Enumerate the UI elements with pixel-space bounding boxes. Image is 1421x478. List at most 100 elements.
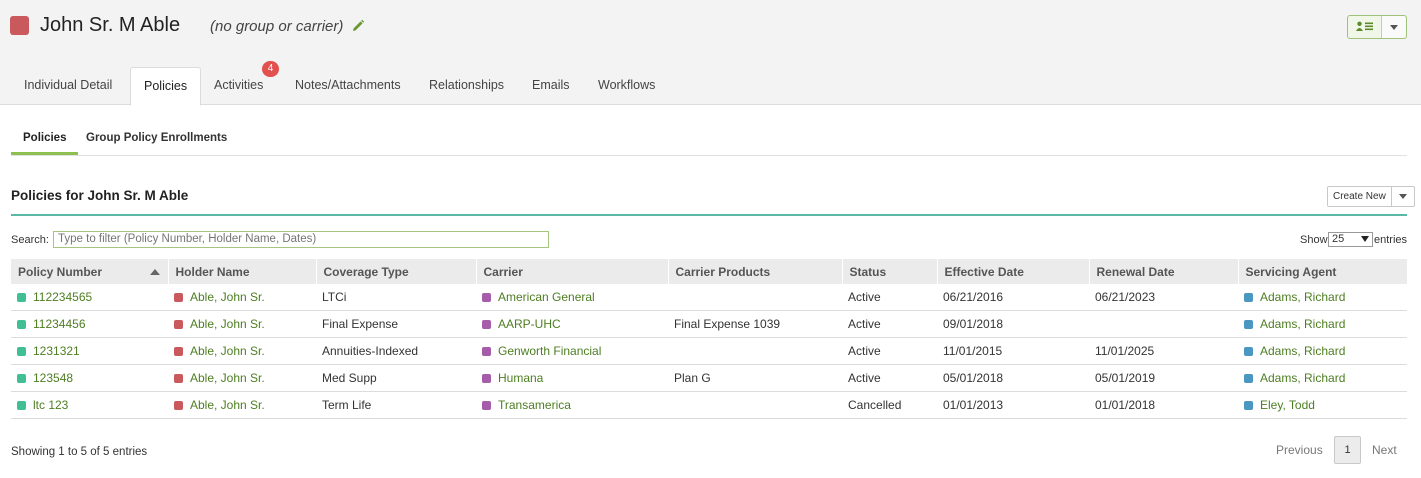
tab-workflows[interactable]: Workflows (585, 67, 668, 104)
carrier-link[interactable]: Transamerica (498, 398, 571, 412)
column-header-holder-name[interactable]: Holder Name (168, 259, 317, 284)
create-new-button[interactable]: Create New (1328, 187, 1392, 206)
policy-number-cell[interactable]: 11234456 (11, 310, 168, 338)
holder-link[interactable]: Able, John Sr. (190, 317, 265, 331)
holder-link[interactable]: Able, John Sr. (190, 371, 265, 385)
servicing-agent-link[interactable]: Eley, Todd (1260, 398, 1315, 412)
column-header-coverage-type[interactable]: Coverage Type (316, 259, 477, 284)
tab-individual-detail[interactable]: Individual Detail (11, 67, 125, 104)
servicing-agent-cell[interactable]: Adams, Richard (1238, 337, 1407, 365)
carrier-link[interactable]: Humana (498, 371, 543, 385)
pagination-next[interactable]: Next (1372, 443, 1397, 457)
table-row[interactable]: ltc 123 Able, John Sr. Term Life Transameri… (11, 391, 1407, 419)
pencil-edit-icon[interactable] (351, 19, 365, 36)
coverage-type-cell: Final Expense (316, 310, 476, 338)
carrier-cell[interactable]: Transamerica (476, 391, 668, 419)
coverage-type-cell: LTCi (316, 284, 476, 311)
contact-actions-dropdown[interactable] (1382, 16, 1406, 38)
agent-color-icon (1244, 374, 1253, 383)
holder-cell[interactable]: Able, John Sr. (168, 310, 316, 338)
column-header-carrier[interactable]: Carrier (476, 259, 669, 284)
carrier-link[interactable]: Genworth Financial (498, 344, 601, 358)
status-cell: Active (842, 284, 937, 311)
pagination-previous[interactable]: Previous (1276, 443, 1323, 457)
carrier-color-icon (482, 320, 491, 329)
carrier-color-icon (482, 374, 491, 383)
group-carrier-label: (no group or carrier) (210, 18, 344, 35)
coverage-type-cell: Med Supp (316, 364, 476, 392)
subtab-group-policy-enrollments[interactable]: Group Policy Enrollments (86, 125, 227, 155)
carrier-products-cell: Final Expense 1039 (668, 310, 842, 338)
sort-ascending-icon (149, 269, 160, 275)
tab-emails[interactable]: Emails (519, 67, 583, 104)
renewal-date-cell: 01/01/2018 (1089, 391, 1238, 419)
policy-number-link[interactable]: 1231321 (33, 344, 80, 358)
holder-cell[interactable]: Able, John Sr. (168, 337, 316, 365)
tab-relationships[interactable]: Relationships (416, 67, 517, 104)
column-header-carrier-products[interactable]: Carrier Products (668, 259, 843, 284)
tab-policies[interactable]: Policies (130, 67, 202, 106)
servicing-agent-cell[interactable]: Eley, Todd (1238, 391, 1407, 419)
tab-notes-attachments[interactable]: Notes/Attachments (282, 67, 414, 104)
policy-status-icon (17, 401, 26, 410)
table-row[interactable]: 1231321 Able, John Sr. Annuities-Indexed Ge… (11, 337, 1407, 365)
carrier-link[interactable]: American General (498, 290, 595, 304)
holder-link[interactable]: Able, John Sr. (190, 344, 265, 358)
column-header-effective-date[interactable]: Effective Date (937, 259, 1090, 284)
renewal-date-cell: 11/01/2025 (1089, 337, 1238, 365)
contact-card-button[interactable] (1348, 16, 1382, 38)
effective-date-cell: 06/21/2016 (937, 284, 1089, 311)
policy-number-link[interactable]: 112234565 (33, 290, 92, 304)
holder-link[interactable]: Able, John Sr. (190, 398, 265, 412)
carrier-products-cell (668, 284, 842, 311)
entries-label: entries (1374, 234, 1408, 246)
carrier-cell[interactable]: Humana (476, 364, 668, 392)
servicing-agent-link[interactable]: Adams, Richard (1260, 317, 1345, 331)
table-info: Showing 1 to 5 of 5 entries (11, 446, 148, 458)
holder-link[interactable]: Able, John Sr. (190, 290, 265, 304)
create-new-dropdown[interactable] (1392, 187, 1414, 206)
carrier-link[interactable]: AARP-UHC (498, 317, 561, 331)
subtab-policies[interactable]: Policies (11, 125, 79, 155)
policy-number-cell[interactable]: 1231321 (11, 337, 168, 365)
carrier-cell[interactable]: AARP-UHC (476, 310, 668, 338)
subtab-divider (11, 155, 1407, 156)
policy-number-cell[interactable]: 112234565 (11, 284, 168, 311)
column-header-status[interactable]: Status (842, 259, 938, 284)
table-row[interactable]: 112234565 Able, John Sr. LTCi American Gene… (11, 284, 1407, 311)
policy-number-cell[interactable]: ltc 123 (11, 391, 168, 419)
servicing-agent-cell[interactable]: Adams, Richard (1238, 310, 1407, 338)
holder-cell[interactable]: Able, John Sr. (168, 284, 316, 311)
servicing-agent-cell[interactable]: Adams, Richard (1238, 284, 1407, 311)
table-header-row: Policy Number Holder Name Coverage Type … (11, 259, 1408, 284)
effective-date-cell: 05/01/2018 (937, 364, 1089, 392)
holder-color-icon (174, 401, 183, 410)
policy-number-link[interactable]: ltc 123 (33, 398, 68, 412)
pagination-page-1[interactable]: 1 (1334, 436, 1361, 464)
servicing-agent-link[interactable]: Adams, Richard (1260, 344, 1345, 358)
status-cell: Active (842, 310, 937, 338)
servicing-agent-link[interactable]: Adams, Richard (1260, 371, 1345, 385)
column-header-policy-number[interactable]: Policy Number (11, 259, 169, 284)
holder-cell[interactable]: Able, John Sr. (168, 391, 316, 419)
carrier-cell[interactable]: Genworth Financial (476, 337, 668, 365)
search-label: Search: (11, 234, 49, 246)
servicing-agent-cell[interactable]: Adams, Richard (1238, 364, 1407, 392)
policy-status-icon (17, 320, 26, 329)
search-input[interactable] (53, 231, 549, 248)
page-length-select[interactable]: 25 (1328, 232, 1373, 247)
effective-date-cell: 11/01/2015 (937, 337, 1089, 365)
carrier-cell[interactable]: American General (476, 284, 668, 311)
column-header-renewal-date[interactable]: Renewal Date (1089, 259, 1239, 284)
table-row[interactable]: 123548 Able, John Sr. Med Supp Humana Plan G… (11, 364, 1407, 392)
policy-number-link[interactable]: 123548 (33, 371, 73, 385)
policy-number-cell[interactable]: 123548 (11, 364, 168, 392)
create-new-button-group: Create New (1327, 186, 1415, 207)
agent-color-icon (1244, 347, 1253, 356)
servicing-agent-link[interactable]: Adams, Richard (1260, 290, 1345, 304)
table-row[interactable]: 11234456 Able, John Sr. Final Expense AARP-… (11, 310, 1407, 338)
holder-cell[interactable]: Able, John Sr. (168, 364, 316, 392)
column-header-servicing-agent[interactable]: Servicing Agent (1238, 259, 1408, 284)
section-divider (11, 214, 1407, 216)
policy-number-link[interactable]: 11234456 (33, 317, 86, 331)
